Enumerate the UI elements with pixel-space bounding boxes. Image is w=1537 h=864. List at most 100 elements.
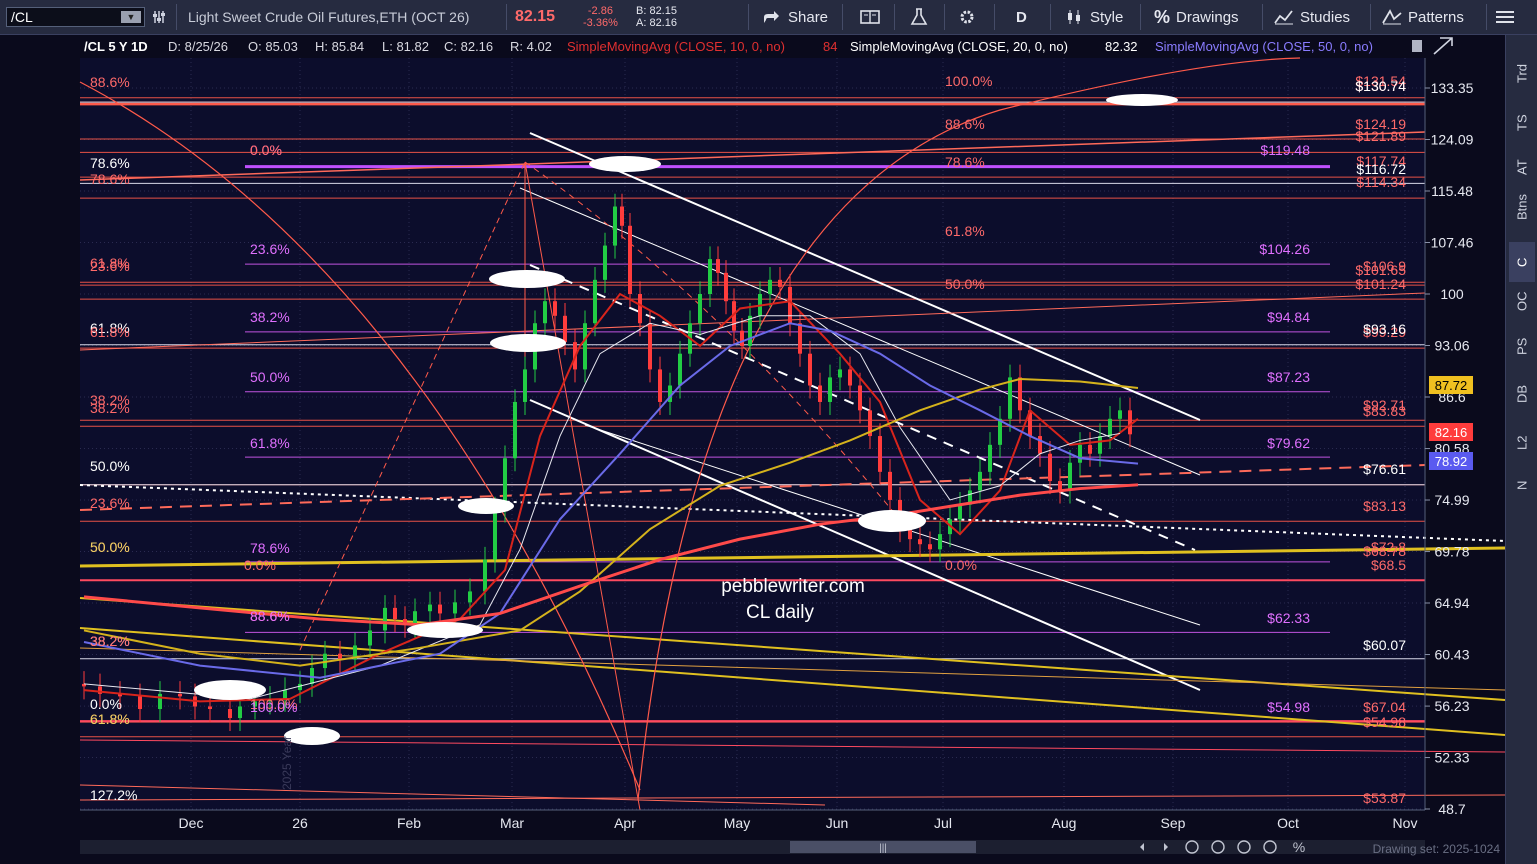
info-bar-scroll-icon[interactable] <box>1412 40 1422 52</box>
sidebar-tab-ps[interactable]: PS <box>1509 326 1535 366</box>
candle-body <box>628 225 632 295</box>
price-label-right-red: $101.24 <box>1355 276 1406 292</box>
candle-body <box>613 206 617 246</box>
candle-body <box>238 706 242 719</box>
candle-body <box>798 323 802 354</box>
candlestick-icon <box>1068 10 1080 24</box>
sma20-value: 82.32 <box>1105 39 1138 54</box>
candle-body <box>1118 410 1122 419</box>
candle-body <box>724 272 728 302</box>
percent-scale-icon[interactable]: % <box>1293 839 1305 855</box>
sidebar-tab-trd[interactable]: Trd <box>1509 53 1535 93</box>
fib-label-magenta: 23.6% <box>250 241 290 257</box>
fib-label-left-white: 50.0% <box>90 458 130 474</box>
fib-label-left-red: 38.2% <box>90 633 130 649</box>
share-icon <box>764 11 779 23</box>
candle-body <box>748 315 752 346</box>
share-button[interactable]: Share <box>762 0 828 34</box>
ask-value: A: 82.16 <box>636 17 677 29</box>
candle-body <box>158 693 162 710</box>
price-tick-label: 52.33 <box>1434 750 1469 766</box>
fib-label-magenta: 61.8% <box>250 435 290 451</box>
toolbar-divider <box>1140 4 1141 30</box>
chevron-down-icon[interactable]: ▼ <box>121 11 141 23</box>
info-range: R: 4.02 <box>510 39 552 54</box>
time-tick-label: Jul <box>934 815 952 831</box>
scroll-track[interactable] <box>80 840 1425 854</box>
candle-body <box>523 369 527 402</box>
candle-body <box>888 471 892 500</box>
candle-body <box>638 294 642 324</box>
toolbar-divider <box>506 4 507 30</box>
news-button[interactable] <box>860 0 880 34</box>
sidebar-tab-btns[interactable]: Btns <box>1509 187 1535 227</box>
year-label: 2025 Year <box>280 736 294 790</box>
candle-body <box>468 591 472 603</box>
candle-body <box>138 696 142 710</box>
studies-button[interactable]: Studies <box>1274 0 1350 34</box>
more-button[interactable] <box>1494 0 1516 34</box>
info-high: H: 85.84 <box>315 39 364 54</box>
candle-body <box>808 353 812 386</box>
sidebar-tab-n[interactable]: N <box>1509 465 1535 505</box>
candle-body <box>178 693 182 697</box>
price-tick-label: 56.23 <box>1434 698 1469 714</box>
candle-body <box>1008 377 1012 419</box>
flask-button[interactable] <box>910 0 928 34</box>
price-tick-label: 74.99 <box>1434 492 1469 508</box>
sidebar-tab-c[interactable]: C <box>1509 242 1535 282</box>
time-tick-label: Dec <box>179 815 204 831</box>
symbol-selector[interactable]: /CL ▼ <box>6 7 145 27</box>
sidebar-tab-ts[interactable]: TS <box>1509 103 1535 143</box>
period-selector[interactable]: D <box>1016 0 1027 34</box>
drawings-button[interactable]: % Drawings <box>1154 0 1239 34</box>
change-percent: -3.36% <box>583 17 618 29</box>
style-label: Style <box>1090 8 1124 26</box>
info-open: O: 85.03 <box>248 39 298 54</box>
candle-body <box>453 602 457 614</box>
time-tick-label: 26 <box>292 815 308 831</box>
price-label-right-magenta: $119.48 <box>1260 142 1310 158</box>
candle-body <box>513 401 517 459</box>
price-label-right-red: $83.83 <box>1363 403 1406 419</box>
sidebar-tab-db[interactable]: DB <box>1509 374 1535 414</box>
sidebar-tab-l2[interactable]: L2 <box>1509 423 1535 463</box>
watermark-site: pebblewriter.com <box>721 576 865 597</box>
info-date: D: 8/25/26 <box>168 39 228 54</box>
toolbar-divider <box>894 4 895 30</box>
candle-body <box>1068 462 1072 491</box>
sliders-icon[interactable] <box>152 0 168 34</box>
price-tick-label: 48.7 <box>1438 801 1465 817</box>
fib-label-left-white: 78.6% <box>90 155 130 171</box>
fib-label-mid-red: 0.0% <box>250 142 282 158</box>
style-button[interactable]: Style <box>1066 0 1123 34</box>
candle-body <box>493 509 497 560</box>
sidebar-tab-oc[interactable]: OC <box>1509 281 1535 321</box>
sma20-label: SimpleMovingAvg (CLOSE, 20, 0, no) <box>850 39 1068 54</box>
symbol-text: /CL <box>11 9 33 25</box>
candle-body <box>878 436 882 472</box>
price-badge-sma50: 78.92 <box>1429 452 1473 470</box>
percent-icon: % <box>1154 6 1171 27</box>
price-tick-label: 64.94 <box>1434 595 1469 611</box>
fib-label-left-red: 88.6% <box>90 74 130 90</box>
time-tick-label: Mar <box>500 815 524 831</box>
price-chart[interactable]: 78.6% 61.8% 50.0% 38.2% 0.0% 127.2% 88.6% 78.6%… <box>0 35 1505 864</box>
candle-body <box>368 630 372 646</box>
gear-icon <box>960 10 974 24</box>
candle-body <box>848 369 852 386</box>
patterns-button[interactable]: Patterns <box>1382 0 1464 34</box>
settings-button[interactable] <box>958 0 976 34</box>
candle-body <box>1098 436 1102 454</box>
price-label-right-red: $67.04 <box>1363 699 1406 715</box>
chart-app: /CL ▼ Light Sweet Crude Oil Futures,ETH … <box>0 0 1537 864</box>
studies-label: Studies <box>1300 8 1351 26</box>
sidebar-tab-at[interactable]: AT <box>1509 147 1535 187</box>
price-label-right-red: $68.5 <box>1371 557 1406 573</box>
candle-body <box>438 604 442 614</box>
fib-label-right-red: 100.0% <box>945 73 992 89</box>
candle-body <box>1078 444 1082 463</box>
candle-body <box>858 385 862 411</box>
highlight-oval <box>407 622 483 638</box>
price-tick-label: 93.06 <box>1434 337 1469 353</box>
